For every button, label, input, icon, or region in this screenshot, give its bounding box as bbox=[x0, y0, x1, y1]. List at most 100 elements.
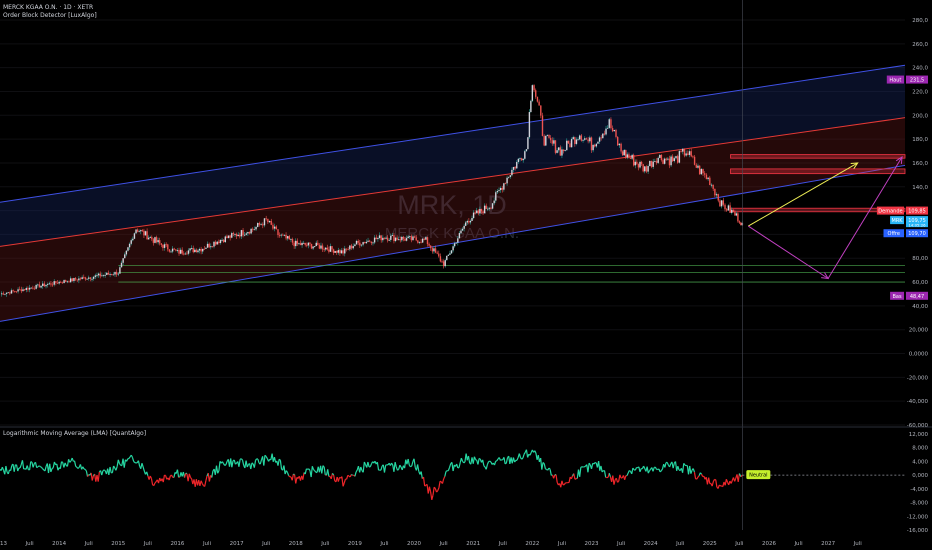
candle-body bbox=[213, 241, 215, 247]
badge-high-label: Haut bbox=[889, 78, 901, 84]
candle-body bbox=[373, 237, 376, 243]
candle-body bbox=[133, 233, 136, 239]
x-tick-label: Juli bbox=[143, 541, 153, 547]
candle-body bbox=[104, 274, 106, 276]
lma-segment bbox=[38, 465, 41, 468]
candle-body bbox=[76, 279, 78, 281]
lma-segment bbox=[542, 462, 545, 464]
candle-body bbox=[449, 253, 451, 255]
candle-body bbox=[496, 190, 499, 193]
y-tick-label: 220,0 bbox=[912, 89, 928, 95]
candle-body bbox=[582, 139, 584, 141]
candle-body bbox=[655, 161, 658, 163]
candle-body bbox=[299, 243, 302, 246]
indicator-title-order-block[interactable]: Order Block Detector [LuxAlgo] bbox=[3, 12, 97, 19]
candle-body bbox=[399, 239, 401, 241]
candle-body bbox=[296, 240, 299, 244]
candle-body bbox=[135, 229, 137, 234]
candle-body bbox=[377, 238, 379, 240]
x-tick-label: Juli bbox=[379, 541, 389, 547]
candle-body bbox=[726, 209, 728, 211]
badge-high-value: 231,5 bbox=[910, 78, 924, 84]
candle-body bbox=[693, 156, 696, 165]
candle-body bbox=[28, 287, 31, 290]
price-chart[interactable]: MRK, 1DMERCK KGAA O.N.280,0260,0240,0220… bbox=[0, 0, 932, 550]
candle-body bbox=[654, 161, 656, 162]
indicator-title-lma[interactable]: Logarithmic Moving Average (LMA) [QuantA… bbox=[3, 430, 146, 437]
candle-body bbox=[533, 85, 535, 91]
candle-body bbox=[51, 284, 54, 286]
candle-body bbox=[179, 249, 182, 254]
candle-body bbox=[383, 237, 386, 239]
candle-body bbox=[325, 247, 327, 250]
candle-body bbox=[354, 244, 356, 247]
candle-body bbox=[368, 240, 371, 242]
candle-body bbox=[321, 245, 324, 250]
candle-body bbox=[226, 236, 228, 238]
x-tick-label: Juli bbox=[439, 541, 449, 547]
candle-body bbox=[649, 160, 651, 167]
candle-body bbox=[20, 289, 23, 292]
candle-body bbox=[304, 242, 306, 245]
candle-body bbox=[536, 96, 539, 102]
candle-body bbox=[585, 138, 588, 140]
candle-body bbox=[620, 143, 622, 152]
candle-body bbox=[360, 244, 363, 246]
candle-body bbox=[219, 239, 222, 244]
candle-body bbox=[597, 141, 599, 144]
candle-body bbox=[286, 236, 289, 239]
candle-body bbox=[602, 133, 604, 139]
candle-body bbox=[115, 271, 118, 275]
candle-body bbox=[436, 252, 438, 254]
candle-body bbox=[519, 158, 521, 160]
lma-segment bbox=[617, 480, 620, 483]
candle-body bbox=[717, 194, 719, 201]
candle-body bbox=[610, 119, 612, 129]
candle-body bbox=[491, 203, 494, 209]
x-tick-label: 2017 bbox=[230, 541, 244, 547]
candle-body bbox=[417, 240, 419, 243]
badge-demand-value: 109,85 bbox=[908, 209, 926, 215]
candle-body bbox=[334, 251, 336, 253]
candle-body bbox=[702, 169, 704, 174]
candle-body bbox=[553, 140, 555, 144]
candle-body bbox=[71, 278, 73, 282]
candle-body bbox=[452, 246, 454, 251]
candle-body bbox=[357, 240, 359, 243]
candle-body bbox=[35, 284, 37, 289]
candle-body bbox=[589, 137, 591, 142]
candle-body bbox=[413, 236, 416, 238]
candle-body bbox=[626, 154, 629, 158]
lma-segment bbox=[584, 465, 586, 468]
candle-body bbox=[590, 137, 593, 151]
lma-segment bbox=[718, 484, 721, 487]
candle-body bbox=[409, 236, 411, 238]
candle-body bbox=[415, 237, 417, 241]
candle-body bbox=[186, 253, 188, 255]
candle-body bbox=[425, 237, 427, 240]
lma-segment bbox=[75, 465, 78, 468]
candle-body bbox=[331, 246, 333, 250]
candle-body bbox=[355, 240, 358, 245]
candle-body bbox=[5, 292, 8, 294]
candle-body bbox=[390, 235, 392, 240]
candle-body bbox=[665, 158, 667, 160]
lma-segment bbox=[489, 460, 492, 463]
candle-body bbox=[195, 249, 198, 253]
candle-body bbox=[352, 246, 354, 249]
candle-body bbox=[631, 154, 633, 159]
candle-body bbox=[136, 229, 139, 232]
candle-body bbox=[561, 149, 563, 156]
candle-body bbox=[482, 211, 484, 214]
candle-body bbox=[102, 274, 105, 276]
candle-body bbox=[117, 273, 120, 275]
x-tick-label: Juli bbox=[498, 541, 508, 547]
candle-body bbox=[208, 243, 210, 248]
candle-body bbox=[584, 138, 586, 140]
lma-y-tick-label: -12,000 bbox=[907, 514, 929, 520]
candle-body bbox=[727, 205, 730, 211]
lma-segment bbox=[628, 469, 631, 472]
candle-body bbox=[347, 249, 349, 251]
candle-body bbox=[214, 241, 217, 245]
lma-segment bbox=[235, 462, 238, 465]
